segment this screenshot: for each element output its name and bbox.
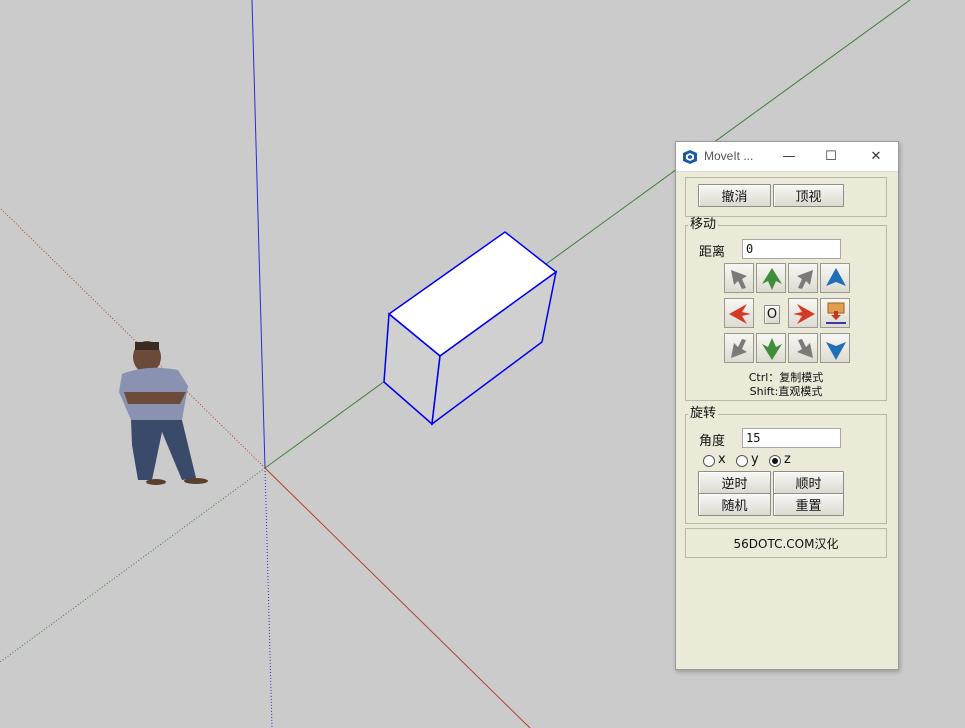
window-titlebar[interactable]: MoveIt ... — ☐ ✕ [676, 142, 898, 172]
window-title: MoveIt ... [704, 149, 754, 163]
random-rotate-button[interactable]: 随机 [698, 493, 771, 516]
angle-input[interactable] [742, 428, 841, 448]
arrow-right-red-icon [793, 304, 815, 324]
blue-axis-negative [264, 467, 273, 728]
move-right-front-button[interactable] [788, 333, 818, 363]
drop-to-ground-button[interactable] [820, 298, 850, 328]
axis-z-radio[interactable] [769, 455, 781, 467]
close-icon: ✕ [870, 149, 882, 164]
move-up-green-button[interactable] [756, 263, 786, 293]
axis-x-label: x [718, 452, 726, 467]
green-axis-negative [0, 467, 266, 663]
arrow-down-green-icon [762, 338, 782, 360]
rotate-ccw-button[interactable]: 逆时 [698, 471, 771, 494]
blue-axis-positive [251, 0, 266, 469]
scale-figure-person[interactable] [119, 341, 208, 485]
arrow-down-blue-icon [826, 342, 846, 360]
reset-rotate-button[interactable]: 重置 [773, 493, 844, 516]
sketchup-icon [683, 149, 697, 164]
move-left-red-button[interactable] [724, 298, 754, 328]
arrow-diagonal-up-right-icon [797, 270, 813, 289]
move-legend: 移动 [688, 217, 719, 232]
move-right-red-button[interactable] [788, 298, 818, 328]
selected-box[interactable] [383, 231, 558, 426]
distance-input[interactable] [742, 239, 841, 259]
credit-text: 56DOTC.COM汉化 [733, 537, 839, 551]
arrow-diagonal-down-left-icon [731, 339, 747, 358]
center-button[interactable]: O [764, 305, 780, 324]
shift-hint: Shift:直观模式 [749, 385, 823, 398]
maximize-icon: ☐ [825, 149, 837, 164]
undo-button[interactable]: 撤消 [698, 184, 771, 207]
angle-label: 角度 [699, 434, 726, 449]
move-down-blue-button[interactable] [820, 333, 850, 363]
axis-x-radio[interactable] [703, 455, 715, 467]
axis-y-radio[interactable] [736, 455, 748, 467]
drop-to-ground-icon [826, 302, 846, 324]
arrow-left-red-icon [729, 304, 751, 324]
move-down-green-button[interactable] [756, 333, 786, 363]
axis-y-label: y [751, 452, 759, 467]
axis-z-label: z [784, 452, 791, 467]
close-button[interactable]: ✕ [859, 142, 893, 171]
top-view-button[interactable]: 顶视 [773, 184, 844, 207]
move-left-back-button[interactable] [724, 263, 754, 293]
move-right-back-button[interactable] [788, 263, 818, 293]
arrow-diagonal-down-right-icon [797, 339, 813, 358]
move-up-blue-button[interactable] [820, 263, 850, 293]
rotate-legend: 旋转 [688, 406, 719, 421]
moveit-window: MoveIt ... — ☐ ✕ 撤消 顶视 移动 距离 O [675, 141, 899, 670]
red-axis-positive [264, 467, 531, 728]
minimize-icon: — [782, 149, 796, 164]
move-left-front-button[interactable] [724, 333, 754, 363]
arrow-up-green-icon [762, 268, 782, 290]
rotate-cw-button[interactable]: 顺时 [773, 471, 844, 494]
distance-label: 距离 [699, 245, 726, 260]
arrow-up-blue-icon [826, 268, 846, 286]
maximize-button[interactable]: ☐ [814, 142, 848, 171]
arrow-diagonal-up-left-icon [731, 270, 747, 289]
minimize-button[interactable]: — [772, 142, 806, 171]
